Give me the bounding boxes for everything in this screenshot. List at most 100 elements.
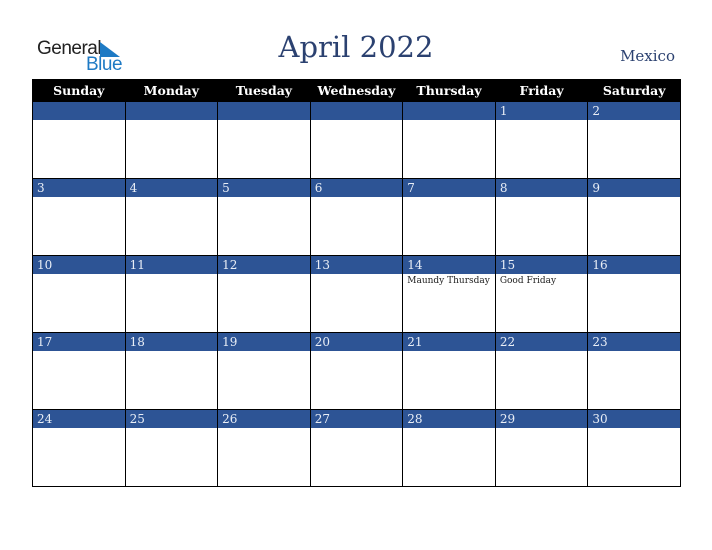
day-cell[interactable]: 8 <box>494 178 589 256</box>
day-cell[interactable]: 17 <box>32 332 126 410</box>
day-number: 6 <box>310 179 403 197</box>
week-row: 10 11 12 13 14 Maundy Thursday 15 Good Friday 16 <box>32 255 681 333</box>
holiday-label <box>33 197 125 199</box>
day-cell[interactable]: 11 <box>124 255 219 333</box>
day-number: 13 <box>310 256 403 274</box>
day-cell[interactable]: 14 Maundy Thursday <box>402 255 496 333</box>
day-number: 15 <box>495 256 588 274</box>
day-number: 29 <box>495 410 588 428</box>
day-cell[interactable]: 9 <box>587 178 681 256</box>
day-cell[interactable]: 2 <box>587 101 681 179</box>
calendar-grid: Sunday Monday Tuesday Wednesday Thursday… <box>32 79 681 487</box>
day-number: 3 <box>33 179 125 197</box>
holiday-label <box>126 197 218 199</box>
day-cell[interactable] <box>402 101 496 179</box>
day-number: 22 <box>495 333 588 351</box>
day-cell[interactable]: 26 <box>217 409 311 487</box>
holiday-label <box>403 197 495 199</box>
week-row: 17 18 19 20 21 22 23 <box>32 332 681 410</box>
holiday-label <box>126 428 218 430</box>
calendar-title: April 2022 <box>278 30 434 64</box>
day-number: 25 <box>125 410 218 428</box>
day-cell[interactable] <box>124 101 219 179</box>
day-number: 12 <box>218 256 310 274</box>
weekday-header: Sunday <box>32 79 126 102</box>
holiday-label <box>588 428 680 430</box>
holiday-label <box>311 120 403 122</box>
day-number: 27 <box>310 410 403 428</box>
day-cell[interactable]: 15 Good Friday <box>494 255 589 333</box>
day-cell[interactable]: 16 <box>587 255 681 333</box>
day-number: 7 <box>403 179 495 197</box>
week-row: 24 25 26 27 28 29 30 <box>32 409 681 487</box>
day-number <box>218 102 310 120</box>
day-number: 14 <box>403 256 495 274</box>
week-row: 12 <box>32 101 681 179</box>
day-cell[interactable] <box>309 101 404 179</box>
holiday-label <box>588 120 680 122</box>
day-cell[interactable]: 21 <box>402 332 496 410</box>
day-number <box>403 102 495 120</box>
holiday-label <box>218 197 310 199</box>
holiday-label <box>496 428 588 430</box>
holiday-label <box>311 428 403 430</box>
day-cell[interactable]: 27 <box>309 409 404 487</box>
day-cell[interactable]: 24 <box>32 409 126 487</box>
day-cell[interactable] <box>217 101 311 179</box>
weekday-header: Wednesday <box>309 79 404 102</box>
day-cell[interactable]: 23 <box>587 332 681 410</box>
day-number: 23 <box>588 333 680 351</box>
holiday-label <box>126 274 218 276</box>
holiday-label <box>218 274 310 276</box>
day-cell[interactable]: 12 <box>217 255 311 333</box>
day-cell[interactable]: 22 <box>494 332 589 410</box>
day-number: 21 <box>403 333 495 351</box>
day-cell[interactable] <box>32 101 126 179</box>
day-number <box>33 102 125 120</box>
holiday-label <box>403 120 495 122</box>
day-number: 26 <box>218 410 310 428</box>
day-number: 5 <box>218 179 310 197</box>
day-cell[interactable]: 4 <box>124 178 219 256</box>
country-label: Mexico <box>620 47 675 65</box>
day-cell[interactable]: 25 <box>124 409 219 487</box>
day-cell[interactable]: 3 <box>32 178 126 256</box>
holiday-label <box>588 351 680 353</box>
holiday-label <box>496 197 588 199</box>
weekday-header: Thursday <box>402 79 496 102</box>
holiday-label <box>33 274 125 276</box>
day-number: 18 <box>125 333 218 351</box>
day-cell[interactable]: 28 <box>402 409 496 487</box>
weekday-header: Tuesday <box>217 79 311 102</box>
holiday-label <box>496 120 588 122</box>
holiday-label <box>588 274 680 276</box>
day-number: 16 <box>588 256 680 274</box>
holiday-label: Good Friday <box>499 276 557 286</box>
day-cell[interactable]: 20 <box>309 332 404 410</box>
day-cell[interactable]: 7 <box>402 178 496 256</box>
day-number: 8 <box>495 179 588 197</box>
day-number: 24 <box>33 410 125 428</box>
day-cell[interactable]: 1 <box>494 101 589 179</box>
week-row: 3456789 <box>32 178 681 256</box>
day-cell[interactable]: 29 <box>494 409 589 487</box>
day-cell[interactable]: 5 <box>217 178 311 256</box>
day-cell[interactable]: 10 <box>32 255 126 333</box>
holiday-label <box>496 351 588 353</box>
day-number <box>125 102 218 120</box>
holiday-label <box>403 351 495 353</box>
holiday-label <box>33 351 125 353</box>
day-cell[interactable]: 13 <box>309 255 404 333</box>
weekday-header: Saturday <box>587 79 681 102</box>
holiday-label <box>311 197 403 199</box>
day-cell[interactable]: 30 <box>587 409 681 487</box>
holiday-label <box>588 197 680 199</box>
day-cell[interactable]: 18 <box>124 332 219 410</box>
weekday-header-row: Sunday Monday Tuesday Wednesday Thursday… <box>32 79 681 102</box>
holiday-label <box>126 120 218 122</box>
holiday-label <box>33 120 125 122</box>
day-cell[interactable]: 6 <box>309 178 404 256</box>
day-cell[interactable]: 19 <box>217 332 311 410</box>
day-number: 20 <box>310 333 403 351</box>
day-number: 1 <box>495 102 588 120</box>
